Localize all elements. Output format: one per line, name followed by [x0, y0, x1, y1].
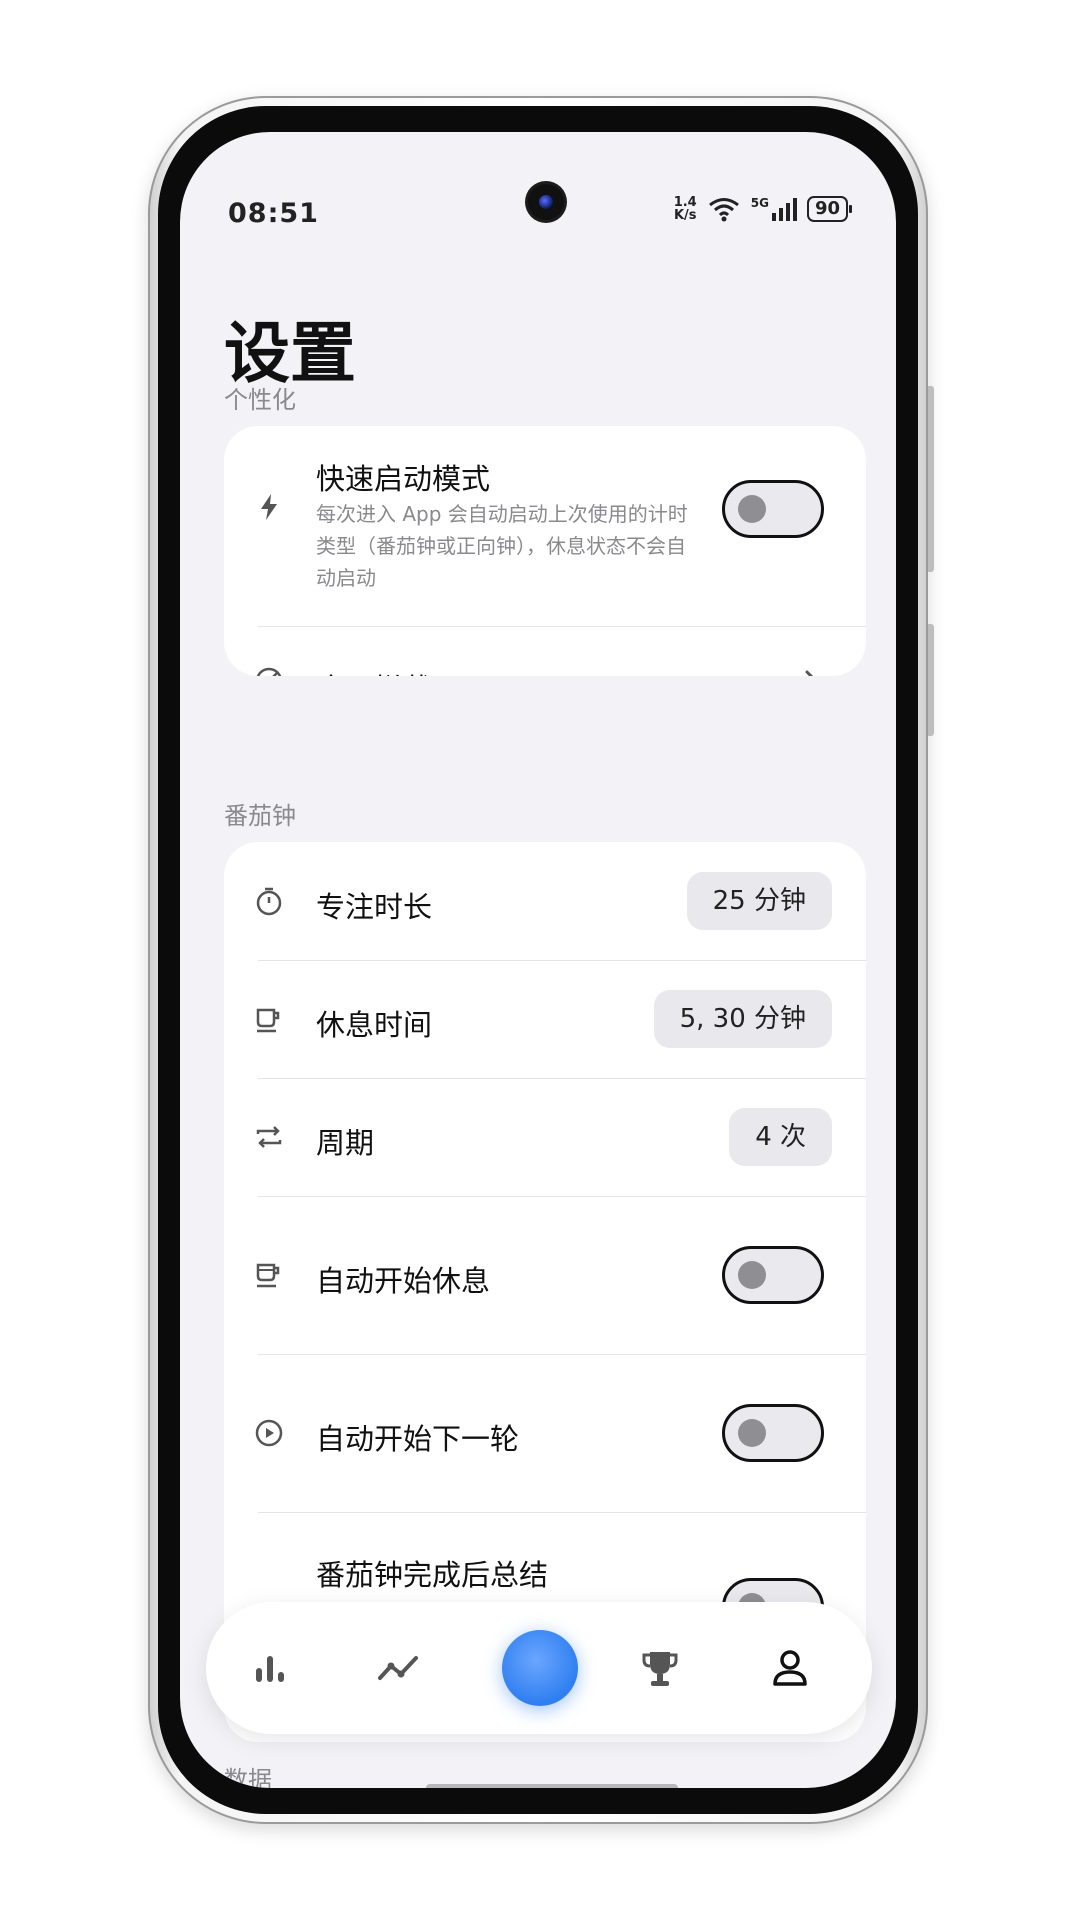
- break-time-row[interactable]: 休息时间 5, 30 分钟: [224, 960, 866, 1078]
- cycle-title: 周期: [316, 1126, 375, 1160]
- cycle-value[interactable]: 4 次: [729, 1108, 832, 1166]
- trophy-icon[interactable]: [636, 1644, 684, 1692]
- app-block-title: 应用拦截: [316, 666, 432, 676]
- status-time: 08:51: [228, 198, 319, 229]
- personalize-card: 快速启动模式 每次进入 App 会自动启动上次使用的计时类型（番茄钟或正向钟），…: [224, 426, 866, 676]
- quick-start-row: 快速启动模式 每次进入 App 会自动启动上次使用的计时类型（番茄钟或正向钟），…: [224, 426, 866, 590]
- quick-start-toggle[interactable]: [722, 480, 824, 538]
- volume-button: [928, 386, 934, 572]
- play-circle-icon: [255, 1419, 283, 1447]
- status-bar: 08:51 1.4 K/s 5G 90: [180, 132, 896, 229]
- toggle-knob: [738, 495, 766, 523]
- break-time-value[interactable]: 5, 30 分钟: [653, 990, 832, 1048]
- auto-start-next-title: 自动开始下一轮: [316, 1422, 520, 1456]
- quick-start-title: 快速启动模式: [316, 462, 491, 496]
- home-indicator[interactable]: [426, 1784, 678, 1788]
- bar-chart-icon[interactable]: [246, 1644, 294, 1692]
- battery-indicator: 90: [806, 196, 853, 222]
- auto-start-next-row: 自动开始下一轮: [224, 1354, 866, 1512]
- auto-start-break-toggle[interactable]: [722, 1246, 824, 1304]
- focus-duration-row[interactable]: 专注时长 25 分钟: [224, 842, 866, 960]
- app-block-row[interactable]: 应用拦截: [224, 626, 866, 676]
- auto-start-break-title: 自动开始休息: [316, 1264, 491, 1298]
- cycle-row[interactable]: 周期 4 次: [224, 1078, 866, 1196]
- network-type-label: 5G: [750, 196, 769, 210]
- bezel: 08:51 1.4 K/s 5G 90 设置 个性化 快速启动模式 每次进入 A…: [158, 106, 918, 1814]
- trend-line-icon[interactable]: [374, 1644, 422, 1692]
- front-camera: [528, 184, 564, 220]
- auto-start-next-toggle[interactable]: [722, 1404, 824, 1462]
- chevron-right-icon: [805, 670, 814, 676]
- start-timer-button[interactable]: [502, 1630, 578, 1706]
- section-label-personalize: 个性化: [224, 386, 296, 414]
- power-button: [928, 624, 934, 736]
- bottom-nav: [206, 1602, 872, 1734]
- signal-icon: [771, 198, 797, 221]
- stopwatch-icon: [256, 887, 282, 916]
- status-icons: 1.4 K/s 5G 90: [674, 196, 853, 222]
- repeat-icon: [256, 1126, 282, 1148]
- block-icon: [256, 667, 282, 676]
- auto-start-break-row: 自动开始休息: [224, 1196, 866, 1354]
- profile-icon[interactable]: [766, 1644, 814, 1692]
- network-speed: 1.4 K/s: [674, 196, 697, 222]
- wifi-icon: [708, 198, 739, 222]
- coffee-icon: [256, 1263, 280, 1288]
- toggle-knob: [738, 1261, 766, 1289]
- quick-start-desc: 每次进入 App 会自动启动上次使用的计时类型（番茄钟或正向钟），休息状态不会自…: [316, 502, 688, 590]
- break-time-title: 休息时间: [316, 1008, 433, 1042]
- summary-title: 番茄钟完成后总结: [316, 1558, 549, 1592]
- lightning-icon: [261, 494, 277, 520]
- screen: 08:51 1.4 K/s 5G 90 设置 个性化 快速启动模式 每次进入 A…: [180, 132, 896, 1788]
- cup-icon: [256, 1008, 280, 1033]
- toggle-knob: [738, 1419, 766, 1447]
- network-speed-unit: K/s: [673, 208, 697, 223]
- focus-duration-title: 专注时长: [316, 890, 433, 924]
- section-label-data: 数据: [224, 1766, 272, 1788]
- focus-duration-value[interactable]: 25 分钟: [686, 872, 832, 930]
- section-label-pomodoro: 番茄钟: [224, 802, 296, 830]
- phone-frame: 08:51 1.4 K/s 5G 90 设置 个性化 快速启动模式 每次进入 A…: [148, 96, 934, 1824]
